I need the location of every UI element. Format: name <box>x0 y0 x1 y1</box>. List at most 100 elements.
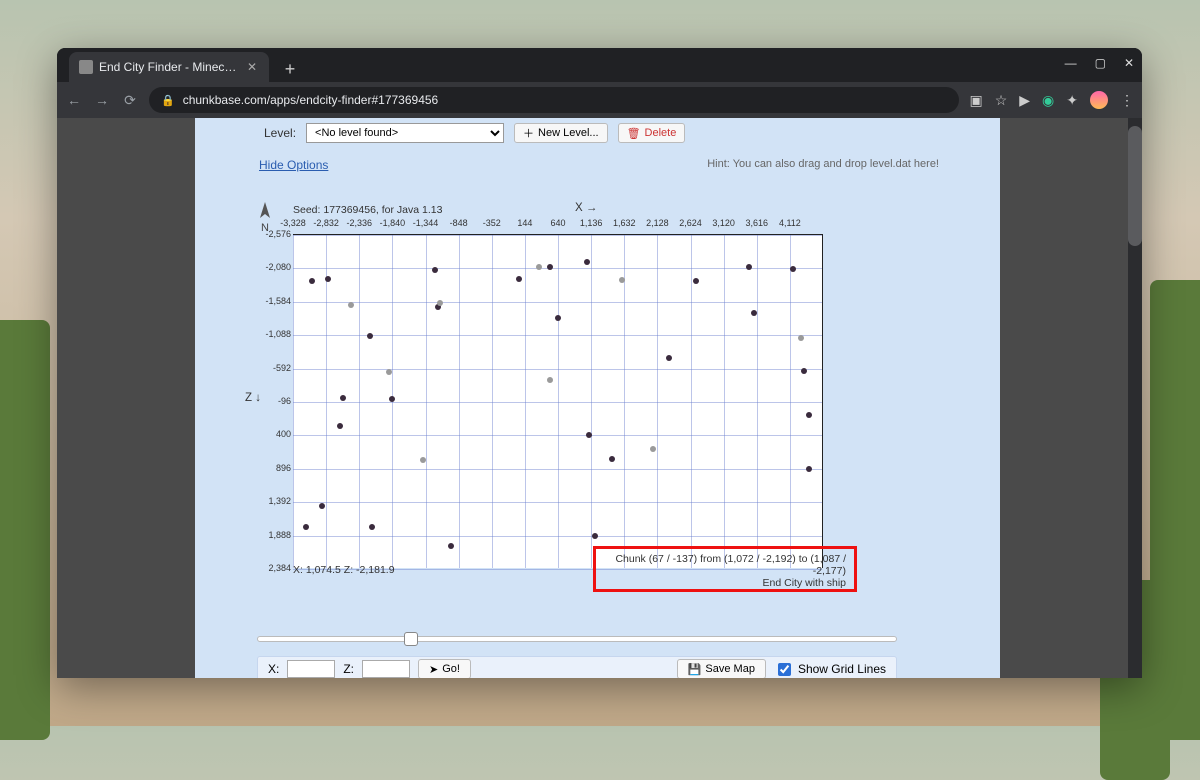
level-row: Level: <No level found> ＋ New Level... 🗑… <box>249 118 949 148</box>
y-tick: 2,384 <box>257 563 291 573</box>
data-point[interactable] <box>309 278 315 284</box>
data-point[interactable] <box>420 457 426 463</box>
y-tick: -592 <box>257 363 291 373</box>
new-level-button[interactable]: ＋ New Level... <box>514 123 608 143</box>
x-tick: 3,616 <box>745 218 768 228</box>
data-point[interactable] <box>555 315 561 321</box>
kebab-menu-icon[interactable]: ⋮ <box>1120 92 1134 109</box>
x-tick: 640 <box>550 218 565 228</box>
data-point[interactable] <box>325 276 331 282</box>
data-point[interactable] <box>790 266 796 272</box>
x-tick: 3,120 <box>712 218 735 228</box>
show-grid-checkbox[interactable]: Show Grid Lines <box>774 660 886 679</box>
data-point[interactable] <box>437 300 443 306</box>
plot-area[interactable] <box>293 234 823 568</box>
level-select[interactable]: <No level found> <box>306 123 504 143</box>
data-point[interactable] <box>806 412 812 418</box>
x-tick: 2,128 <box>646 218 669 228</box>
y-tick: -1,088 <box>257 329 291 339</box>
data-point[interactable] <box>303 524 309 530</box>
data-point[interactable] <box>666 355 672 361</box>
extension-icon-2[interactable]: ◉ <box>1042 92 1054 109</box>
browser-tab[interactable]: End City Finder - Minecraft App ✕ <box>69 52 269 82</box>
data-point[interactable] <box>609 456 615 462</box>
data-point[interactable] <box>798 335 804 341</box>
x-tick: 1,632 <box>613 218 636 228</box>
z-label: Z: <box>343 662 354 676</box>
forward-icon[interactable]: → <box>93 92 111 108</box>
address-bar[interactable]: 🔒 chunkbase.com/apps/endcity-finder#1773… <box>149 87 959 113</box>
browser-toolbar: ← → ⟳ 🔒 chunkbase.com/apps/endcity-finde… <box>57 82 1142 118</box>
data-point[interactable] <box>592 533 598 539</box>
window-close-icon[interactable]: ✕ <box>1124 56 1134 70</box>
data-point[interactable] <box>586 432 592 438</box>
new-tab-button[interactable]: + <box>277 56 303 82</box>
data-point[interactable] <box>650 446 656 452</box>
data-point[interactable] <box>584 259 590 265</box>
hide-options-link[interactable]: Hide Options <box>259 158 328 172</box>
data-point[interactable] <box>751 310 757 316</box>
zoom-thumb[interactable] <box>404 632 418 646</box>
window-minimize-icon[interactable]: — <box>1065 56 1077 70</box>
data-point[interactable] <box>432 267 438 273</box>
cast-icon[interactable]: ▣ <box>969 92 982 109</box>
x-input[interactable] <box>287 660 335 678</box>
y-tick: 400 <box>257 429 291 439</box>
data-point[interactable] <box>536 264 542 270</box>
data-point[interactable] <box>516 276 522 282</box>
zoom-slider[interactable] <box>257 630 897 648</box>
data-point[interactable] <box>547 377 553 383</box>
profile-avatar[interactable] <box>1090 91 1108 109</box>
hint-text: Hint: You can also drag and drop level.d… <box>707 158 939 172</box>
scrollbar-thumb[interactable] <box>1128 126 1142 246</box>
hover-info-box: Chunk (67 / -137) from (1,072 / -2,192) … <box>593 546 857 592</box>
y-tick: 1,392 <box>257 496 291 506</box>
extensions-puzzle-icon[interactable]: ✦ <box>1066 92 1078 109</box>
data-point[interactable] <box>337 423 343 429</box>
y-tick: 896 <box>257 463 291 473</box>
data-point[interactable] <box>619 277 625 283</box>
back-icon[interactable]: ← <box>65 92 83 108</box>
x-tick: -2,832 <box>313 218 339 228</box>
x-tick: -848 <box>450 218 468 228</box>
y-tick: -2,576 <box>257 229 291 239</box>
rocket-icon: ➤ <box>429 663 438 676</box>
save-map-button[interactable]: 💾 Save Map <box>677 659 766 678</box>
level-label: Level: <box>264 126 296 140</box>
data-point[interactable] <box>746 264 752 270</box>
chart[interactable]: N Seed: 177369456, for Java 1.13 X → Z ↓… <box>257 194 927 594</box>
y-tick: -96 <box>257 396 291 406</box>
data-point[interactable] <box>806 466 812 472</box>
data-point[interactable] <box>386 369 392 375</box>
x-axis-label: X → <box>575 202 597 214</box>
delete-level-button[interactable]: 🗑 Delete <box>618 123 686 143</box>
data-point[interactable] <box>348 302 354 308</box>
tab-title: End City Finder - Minecraft App <box>99 60 239 74</box>
data-point[interactable] <box>547 264 553 270</box>
y-tick: -2,080 <box>257 262 291 272</box>
data-point[interactable] <box>369 524 375 530</box>
browser-window: — ▢ ✕ End City Finder - Minecraft App ✕ … <box>57 48 1142 678</box>
star-icon[interactable]: ☆ <box>995 92 1008 109</box>
data-point[interactable] <box>693 278 699 284</box>
data-point[interactable] <box>389 396 395 402</box>
data-point[interactable] <box>340 395 346 401</box>
scrollbar-track[interactable] <box>1128 118 1142 678</box>
reload-icon[interactable]: ⟳ <box>121 92 139 109</box>
url-text: chunkbase.com/apps/endcity-finder#177369… <box>183 93 439 107</box>
page-viewport: Level: <No level found> ＋ New Level... 🗑… <box>57 118 1142 678</box>
window-maximize-icon[interactable]: ▢ <box>1095 56 1106 70</box>
x-tick: -1,840 <box>380 218 406 228</box>
data-point[interactable] <box>367 333 373 339</box>
extension-icon[interactable]: ▶ <box>1019 92 1030 109</box>
trash-icon: 🗑 <box>627 127 641 140</box>
go-button[interactable]: ➤ Go! <box>418 659 471 678</box>
footer-controls: X: Z: ➤ Go! 💾 Save Map Show <box>257 656 897 678</box>
x-tick: -2,336 <box>346 218 372 228</box>
data-point[interactable] <box>801 368 807 374</box>
data-point[interactable] <box>319 503 325 509</box>
seed-caption: Seed: 177369456, for Java 1.13 <box>293 204 442 216</box>
data-point[interactable] <box>448 543 454 549</box>
tab-close-icon[interactable]: ✕ <box>245 60 259 74</box>
z-input[interactable] <box>362 660 410 678</box>
